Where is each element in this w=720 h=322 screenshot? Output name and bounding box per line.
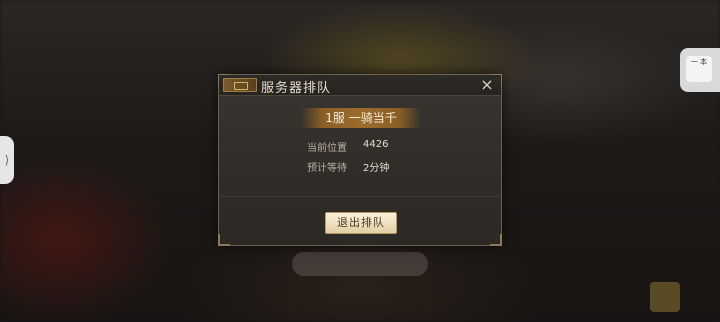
queue-position-row: 当前位置 4426 [307, 139, 388, 154]
estimated-wait-row: 预计等待 2分钟 [307, 159, 389, 174]
queue-position-label: 当前位置 [307, 143, 347, 154]
chevron-right-icon: ⟩ [4, 153, 10, 167]
server-queue-dialog: 服务器排队 × 1服 一骑当千 当前位置 4426 预计等待 2分钟 退出排队 [218, 74, 502, 246]
dialog-divider [219, 196, 501, 197]
close-icon: × [480, 75, 494, 94]
queue-position-value: 4426 [363, 139, 389, 150]
floating-widget-text: 一 本 [690, 58, 708, 66]
dialog-title: 服务器排队 [261, 81, 332, 96]
server-name-banner: 1服 一骑当千 [301, 108, 421, 128]
floating-assistant-widget[interactable]: 一 本 [680, 48, 720, 92]
dialog-titlebar: 服务器排队 × [219, 75, 501, 96]
title-ornament-icon [223, 78, 257, 92]
close-button[interactable]: × [479, 76, 495, 94]
estimated-wait-value: 2分钟 [363, 163, 390, 174]
server-name: 1服 一骑当千 [325, 111, 397, 125]
estimated-wait-label: 预计等待 [307, 163, 347, 174]
corner-ornament [490, 234, 502, 246]
background-button [292, 252, 428, 276]
corner-ornament [218, 234, 230, 246]
floating-widget-icon: 一 本 [686, 56, 712, 82]
side-drawer-handle[interactable]: ⟩ [0, 136, 14, 184]
exit-queue-label: 退出排队 [337, 216, 385, 229]
background-tile [650, 282, 680, 312]
exit-queue-button[interactable]: 退出排队 [325, 212, 397, 234]
